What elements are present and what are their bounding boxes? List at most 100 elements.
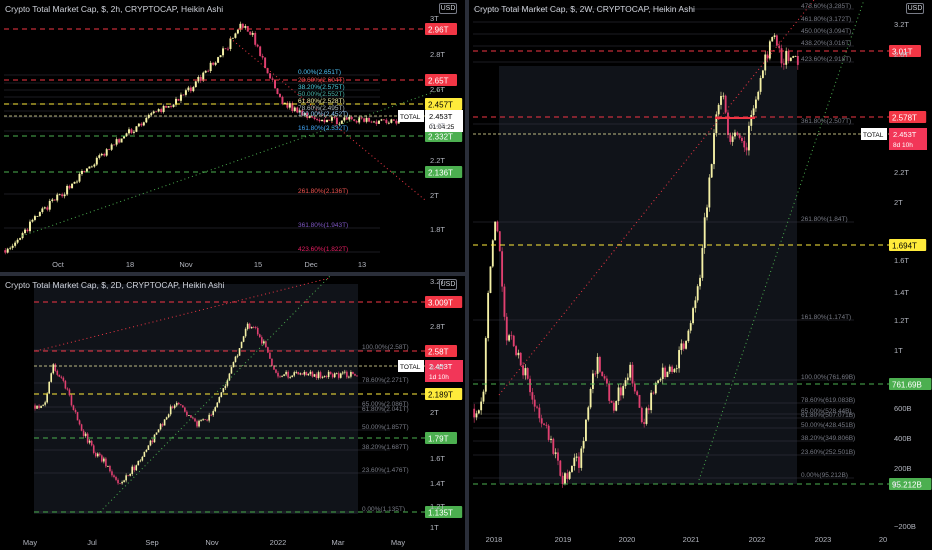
currency-button[interactable]: USD (439, 3, 457, 14)
fib-label: 161.80%(2.332T) (298, 125, 348, 132)
x-tick-label: 20 (879, 535, 887, 544)
candle (200, 420, 202, 421)
candle (261, 337, 263, 344)
candle (782, 63, 785, 65)
candle (517, 352, 520, 356)
candle (640, 407, 643, 423)
candle (212, 411, 215, 416)
candle (157, 429, 160, 433)
x-tick-label: Nov (205, 538, 219, 547)
candle (615, 401, 618, 411)
candle (70, 395, 73, 406)
candle (501, 251, 504, 287)
candle (214, 407, 217, 412)
candle (505, 316, 508, 341)
fib-label: 61.80%(507.071B) (801, 412, 855, 419)
candle (547, 425, 550, 440)
candle (155, 432, 158, 435)
candle (659, 378, 662, 381)
candle (204, 70, 207, 73)
candle (789, 57, 792, 61)
candle (638, 394, 641, 408)
candle (194, 81, 197, 88)
candle (207, 70, 210, 72)
candle (666, 371, 669, 378)
candle (664, 367, 667, 378)
candle (105, 149, 108, 156)
candle (226, 380, 229, 386)
chart-panel-2h[interactable]: 0.00%(2.651T)23.60%(2.604T)38.20%(2.575T… (0, 0, 465, 272)
candle (220, 392, 223, 398)
fib-label: 38.20%(349.806B) (801, 435, 855, 442)
candle (92, 445, 95, 453)
candle (41, 208, 44, 213)
candle (526, 368, 529, 379)
candle (598, 356, 601, 372)
chart-panel-2w[interactable]: 478.60%(3.285T) 461.80%(3.172T) 450.00%(3.… (469, 0, 932, 550)
candle (557, 452, 559, 461)
y-tick-label: 2.4T (430, 121, 445, 130)
candle (316, 119, 319, 120)
candle (759, 77, 762, 92)
candle (494, 221, 497, 241)
candle (385, 119, 388, 124)
fib-zone (499, 66, 797, 484)
candle (36, 405, 38, 409)
fib-label: 478.60%(3.285T) (801, 3, 851, 10)
candle (329, 371, 332, 375)
candle (344, 371, 346, 373)
candle (685, 341, 687, 349)
candle (636, 391, 639, 395)
candle (288, 103, 291, 108)
candle (26, 229, 29, 232)
y-tick-label: 1.4T (894, 288, 909, 297)
candle (325, 376, 328, 378)
price-tag-label: 1.79T (428, 435, 449, 444)
candle (90, 166, 93, 168)
fib-label: 50.00%(1.857T) (362, 424, 409, 431)
candle (95, 157, 98, 165)
candle (14, 242, 17, 246)
chart-panel-2d[interactable]: 100.00%(2.58T) 78.60%(2.271T) 65.00%(2.086… (0, 276, 465, 550)
candle (321, 376, 324, 378)
chart-svg-bl[interactable]: 100.00%(2.58T)78.60%(2.271T)65.00%(2.086… (0, 276, 465, 550)
candle (335, 117, 338, 124)
candle (222, 48, 225, 56)
currency-button[interactable]: USD (906, 3, 924, 14)
chart-title: Crypto Total Market Cap, $, 2h, CRYPTOCA… (5, 4, 224, 14)
y-tick-label: 2T (430, 191, 439, 200)
candle (624, 380, 627, 387)
x-tick-label: May (23, 538, 37, 547)
x-tick-label: 18 (126, 260, 134, 269)
currency-button[interactable]: USD (439, 279, 457, 290)
horizontal-divider[interactable] (0, 272, 465, 276)
candle (731, 136, 734, 142)
x-tick-label: 2022 (270, 538, 287, 547)
fib-label: 50.00%(428.451B) (801, 422, 855, 429)
vertical-divider[interactable] (465, 0, 469, 550)
candle (267, 347, 269, 353)
price-tag-label: 1.694T (892, 242, 917, 251)
candle (115, 139, 118, 145)
fib-label: 423.60%(2.918T) (801, 56, 851, 63)
candle (147, 445, 150, 450)
candle (512, 335, 515, 347)
candle (105, 458, 107, 467)
chart-title: Crypto Total Market Cap, $, 2D, CRYPTOCA… (5, 280, 225, 290)
candle (222, 388, 225, 393)
candle (76, 181, 79, 183)
y-tick-label: 3T (430, 14, 439, 23)
candle (198, 420, 200, 427)
candle (524, 368, 527, 376)
candle (360, 117, 363, 119)
y-tick-label: 400B (894, 434, 912, 443)
candle (113, 144, 116, 146)
x-tick-label: Oct (52, 260, 65, 269)
candle (53, 199, 56, 201)
candle (48, 381, 50, 394)
chart-svg-right[interactable]: 478.60%(3.285T) 461.80%(3.172T) 450.00%(3.… (469, 0, 932, 550)
candle (281, 96, 284, 104)
chart-svg-tl[interactable]: 0.00%(2.651T)23.60%(2.604T)38.20%(2.575T… (0, 0, 465, 272)
candle (319, 372, 322, 378)
fib-zone (34, 284, 358, 514)
